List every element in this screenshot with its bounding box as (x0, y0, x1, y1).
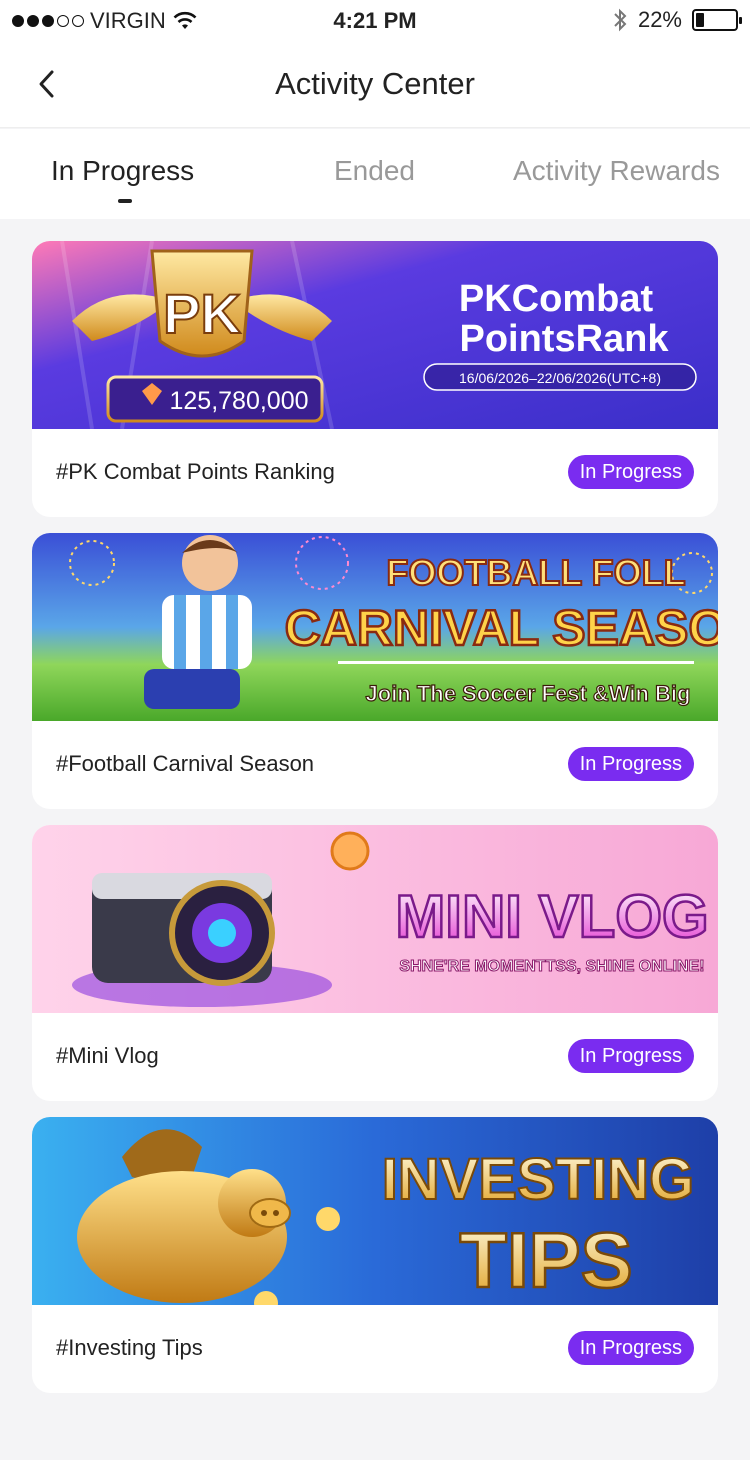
banner-dates: 16/06/2026–22/06/2026(UTC+8) (459, 370, 661, 386)
activity-title: #Football Carnival Season (56, 751, 315, 776)
tab-activity-rewards[interactable]: Activity Rewards (513, 155, 720, 187)
pk-combat-banner: PK 125,780,000 PKCombat PointsRank 16/06… (32, 241, 718, 429)
points-amount: 125,780,000 (169, 387, 308, 415)
banner-title-line1: FOOTBALL FOLL (386, 552, 685, 593)
activity-card-pk-combat[interactable]: PK 125,780,000 PKCombat PointsRank 16/06… (32, 241, 718, 517)
tab-ended[interactable]: Ended (334, 155, 415, 187)
battery-percent: 22% (637, 7, 682, 32)
banner-title-line1: PKCombat (459, 278, 654, 320)
header: Activity Center (0, 40, 750, 128)
activity-title: #Mini Vlog (56, 1043, 159, 1068)
activity-title: #Investing Tips (56, 1335, 203, 1360)
status-badge: In Progress (567, 1039, 694, 1073)
status-badge: In Progress (567, 747, 694, 781)
activity-card-investing-tips[interactable]: INVESTING TIPS #Investing Tips In Progre… (32, 1117, 718, 1393)
tab-in-progress[interactable]: In Progress (51, 155, 194, 187)
banner-title-line2: CARNIVAL SEASON (285, 600, 718, 656)
trophy-pk-label: PK (163, 282, 241, 345)
football-carnival-banner: FOOTBALL FOLL CARNIVAL SEASON Join The S… (32, 533, 718, 721)
page-title: Activity Center (275, 66, 475, 101)
active-tab-indicator (118, 199, 132, 203)
banner-title: MINI VLOG (395, 883, 708, 950)
tab-bar: In Progress Ended Activity Rewards (0, 129, 750, 219)
mini-vlog-banner: MINI VLOG SHNE'RE MOMENTTSS, SHINE ONLIN… (32, 825, 718, 1013)
status-bar: VIRGIN 4:21 PM 22% (0, 0, 750, 40)
banner-title-line2: TIPS (459, 1216, 632, 1304)
banner-title-line2: PointsRank (459, 318, 669, 360)
status-badge: In Progress (567, 1331, 694, 1365)
activity-card-football-carnival[interactable]: FOOTBALL FOLL CARNIVAL SEASON Join The S… (32, 533, 718, 809)
banner-title-line1: INVESTING (382, 1147, 695, 1212)
banner-tagline: Join The Soccer Fest &Win Big (366, 681, 691, 706)
battery-icon (692, 9, 742, 31)
bluetooth-icon (614, 8, 627, 32)
banner-tagline: SHNE'RE MOMENTTSS, SHINE ONLINE! (399, 958, 704, 975)
activity-card-mini-vlog[interactable]: MINI VLOG SHNE'RE MOMENTTSS, SHINE ONLIN… (32, 825, 718, 1101)
activity-title: #PK Combat Points Ranking (56, 459, 335, 484)
investing-tips-banner: INVESTING TIPS (32, 1117, 718, 1305)
status-badge: In Progress (567, 455, 694, 489)
